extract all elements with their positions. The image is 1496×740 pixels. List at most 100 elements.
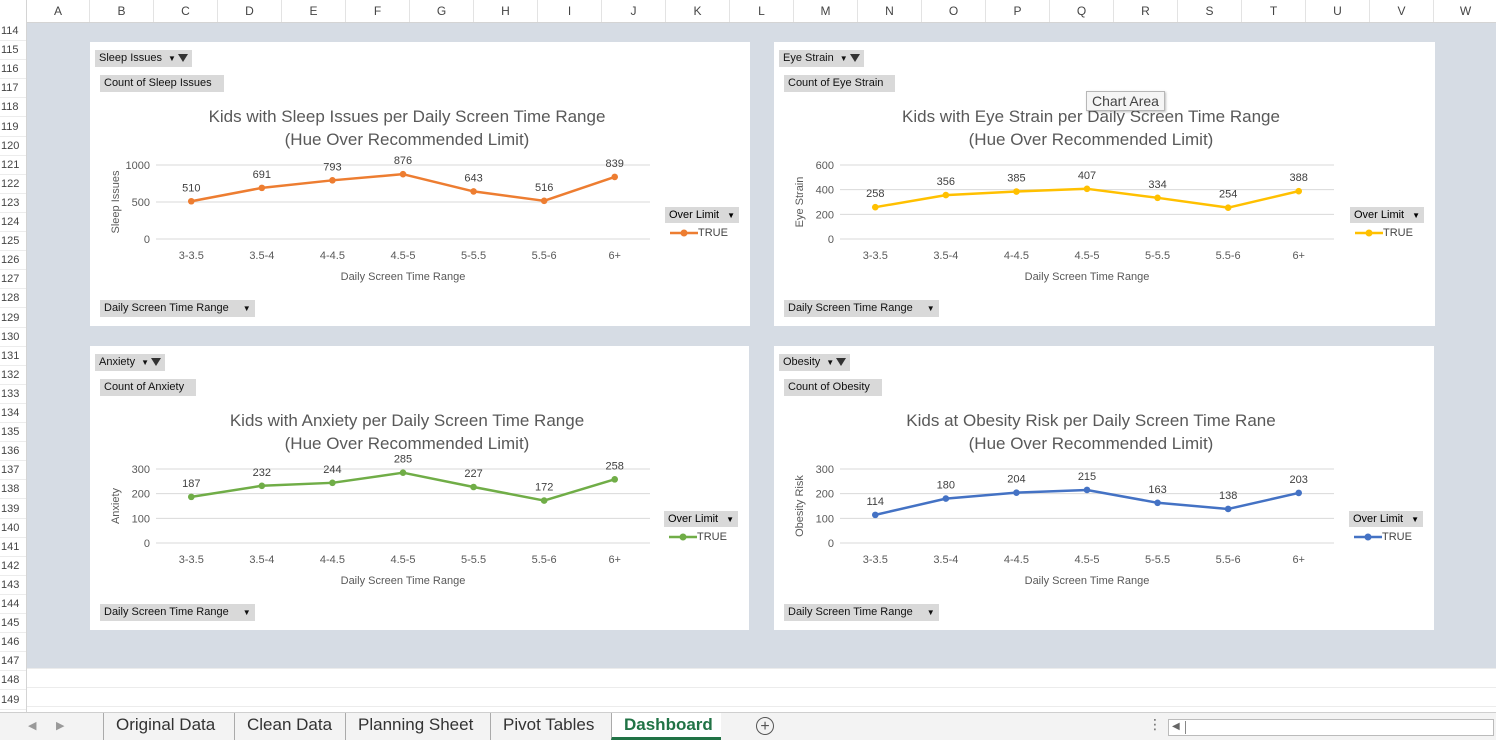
row-header-134[interactable]: 134	[0, 404, 26, 424]
row-header-139[interactable]: 139	[0, 500, 26, 519]
row-header-144[interactable]: 144	[0, 595, 26, 615]
sheet-tab-clean-data[interactable]: Clean Data	[234, 713, 345, 740]
legend-filter-button[interactable]: Over Limit ▼	[1349, 511, 1424, 527]
row-header-120[interactable]: 120	[0, 137, 26, 156]
column-header-a[interactable]: A	[27, 0, 90, 22]
row-header-136[interactable]: 136	[0, 442, 26, 462]
sheet-tab-planning-sheet[interactable]: Planning Sheet	[345, 713, 490, 740]
row-header-145[interactable]: 145	[0, 614, 26, 634]
column-header-w[interactable]: W	[1434, 0, 1496, 22]
legend-marker-icon	[670, 229, 698, 237]
data-point	[470, 188, 477, 195]
chart-sleep-issues[interactable]: Sleep Issues ▼ Count of Sleep Issues Daily …	[90, 42, 750, 326]
column-header-v[interactable]: V	[1370, 0, 1434, 22]
row-header-124[interactable]: 124	[0, 213, 26, 233]
row-header-122[interactable]: 122	[0, 175, 26, 194]
chart-eye-strain[interactable]: Eye Strain ▼ Count of Eye Strain Daily Scre…	[774, 42, 1435, 326]
pivot-filter-button[interactable]: Sleep Issues ▼	[95, 50, 192, 67]
chart-anxiety[interactable]: Anxiety ▼ Count of Anxiety Daily Screen Tim…	[90, 346, 749, 630]
row-header-132[interactable]: 132	[0, 366, 26, 385]
dropdown-arrow-icon: ▼	[167, 54, 176, 63]
scrollbar-thumb[interactable]	[1185, 721, 1186, 734]
pivot-value-field-button[interactable]: Count of Obesity	[784, 379, 882, 396]
add-sheet-icon[interactable]: +	[756, 717, 774, 735]
column-header-h[interactable]: H	[474, 0, 538, 22]
pivot-filter-button[interactable]: Anxiety ▼	[95, 354, 165, 371]
column-header-q[interactable]: Q	[1050, 0, 1114, 22]
pivot-value-field-button[interactable]: Count of Eye Strain	[784, 75, 896, 92]
row-header-121[interactable]: 121	[0, 156, 26, 175]
tab-scroll-right-icon[interactable]: ▶	[56, 719, 64, 732]
row-header-140[interactable]: 140	[0, 519, 26, 538]
pivot-axis-field-button[interactable]: Daily Screen Time Range ▼	[784, 300, 939, 317]
chart-obesity[interactable]: Obesity ▼ Count of Obesity Daily Screen Tim…	[774, 346, 1434, 630]
more-options-icon[interactable]: ⋮	[1148, 716, 1162, 733]
pivot-axis-field-button[interactable]: Daily Screen Time Range ▼	[100, 604, 255, 621]
pivot-axis-field-button[interactable]: Daily Screen Time Range ▼	[784, 604, 939, 621]
column-header-p[interactable]: P	[986, 0, 1050, 22]
row-header-127[interactable]: 127	[0, 270, 26, 290]
legend-filter-button[interactable]: Over Limit ▼	[664, 511, 739, 527]
legend-filter-button[interactable]: Over Limit ▼	[1350, 207, 1425, 223]
column-header-e[interactable]: E	[282, 0, 346, 22]
column-header-i[interactable]: I	[538, 0, 602, 22]
column-header-l[interactable]: L	[730, 0, 794, 22]
pivot-value-field-button[interactable]: Count of Anxiety	[100, 379, 197, 396]
row-header-114[interactable]: 114	[0, 22, 26, 42]
row-header-128[interactable]: 128	[0, 289, 26, 309]
select-all-corner[interactable]	[0, 0, 27, 22]
row-header-141[interactable]: 141	[0, 538, 26, 557]
dropdown-arrow-icon: ▼	[926, 608, 935, 617]
row-header-115[interactable]: 115	[0, 41, 26, 61]
column-header-t[interactable]: T	[1242, 0, 1306, 22]
tab-scroll-left-icon[interactable]: ◀	[28, 719, 36, 732]
pivot-filter-button[interactable]: Eye Strain ▼	[779, 50, 864, 67]
pivot-axis-field-button[interactable]: Daily Screen Time Range ▼	[100, 300, 255, 317]
column-header-c[interactable]: C	[154, 0, 218, 22]
column-header-s[interactable]: S	[1178, 0, 1242, 22]
row-header-131[interactable]: 131	[0, 347, 26, 366]
row-header-138[interactable]: 138	[0, 480, 26, 500]
row-header-126[interactable]: 126	[0, 251, 26, 271]
row-header-117[interactable]: 117	[0, 79, 26, 99]
column-header-bar: ABCDEFGHIJKLMNOPQRSTUVW	[0, 0, 1496, 23]
pivot-value-field-button[interactable]: Count of Sleep Issues	[100, 75, 224, 92]
scroll-left-icon[interactable]: ◀	[1172, 721, 1180, 732]
row-header-133[interactable]: 133	[0, 385, 26, 404]
row-header-116[interactable]: 116	[0, 60, 26, 80]
column-header-b[interactable]: B	[90, 0, 154, 22]
row-header-149[interactable]: 149	[0, 691, 26, 710]
row-header-148[interactable]: 148	[0, 671, 26, 691]
column-header-j[interactable]: J	[602, 0, 666, 22]
sheet-tab-pivot-tables[interactable]: Pivot Tables	[490, 713, 611, 740]
pivot-filter-button[interactable]: Obesity ▼	[779, 354, 851, 371]
sheet-tab-original-data[interactable]: Original Data	[103, 713, 234, 740]
column-header-n[interactable]: N	[858, 0, 922, 22]
x-axis-label: Daily Screen Time Range	[341, 575, 466, 587]
column-header-u[interactable]: U	[1306, 0, 1370, 22]
row-header-143[interactable]: 143	[0, 576, 26, 595]
row-header-147[interactable]: 147	[0, 652, 26, 672]
row-header-130[interactable]: 130	[0, 328, 26, 347]
legend-filter-button[interactable]: Over Limit ▼	[665, 207, 740, 223]
row-header-137[interactable]: 137	[0, 461, 26, 481]
row-header-135[interactable]: 135	[0, 423, 26, 443]
chart-title: Kids with Anxiety per Daily Screen Time …	[230, 411, 584, 430]
horizontal-scrollbar[interactable]: ◀	[1168, 719, 1494, 736]
row-header-146[interactable]: 146	[0, 633, 26, 653]
row-header-125[interactable]: 125	[0, 232, 26, 252]
sheet-tab-dashboard[interactable]: Dashboard	[611, 713, 721, 740]
x-tick-label: 5.5-6	[1216, 250, 1241, 262]
row-header-142[interactable]: 142	[0, 557, 26, 576]
row-header-119[interactable]: 119	[0, 118, 26, 137]
row-header-129[interactable]: 129	[0, 309, 26, 328]
column-header-f[interactable]: F	[346, 0, 410, 22]
column-header-m[interactable]: M	[794, 0, 858, 22]
column-header-g[interactable]: G	[410, 0, 474, 22]
row-header-123[interactable]: 123	[0, 194, 26, 213]
row-header-118[interactable]: 118	[0, 98, 26, 118]
column-header-r[interactable]: R	[1114, 0, 1178, 22]
column-header-k[interactable]: K	[666, 0, 730, 22]
column-header-o[interactable]: O	[922, 0, 986, 22]
column-header-d[interactable]: D	[218, 0, 282, 22]
